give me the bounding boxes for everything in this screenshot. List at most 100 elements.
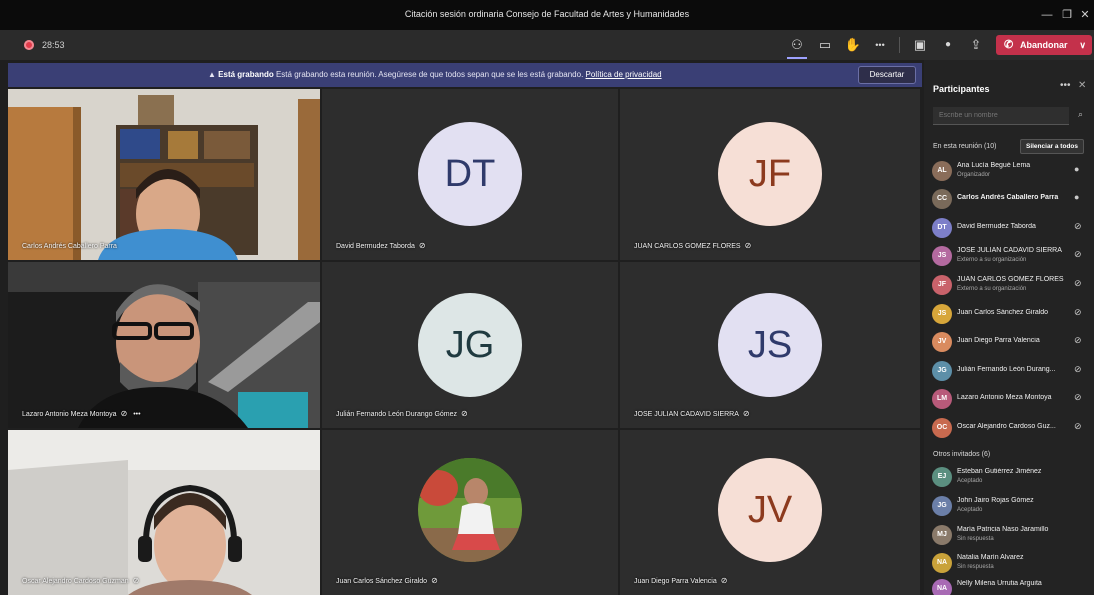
avatar: JS [932,246,952,266]
participant-item[interactable]: JS JOSE JULIAN CADAVID SIERRA Externo a … [924,242,1094,270]
mic-off-icon: ⊘ [120,409,128,418]
avatar: MJ [932,525,952,545]
close-icon[interactable]: ✕ [1078,80,1086,91]
search-input[interactable] [933,107,1069,125]
participant-item[interactable]: JV Juan Diego Parra Valencia ⊘ [924,328,1094,356]
invitee-name: Natalia Marín Alvarez [957,554,1024,561]
close-button[interactable]: ✕ [1076,6,1094,24]
camera-off-icon[interactable]: ▣ [909,35,931,55]
invitee-name: María Patricia Naso Jaramillo [957,526,1049,533]
participant-name-tag: Carlos Andrés Caballero Parra [22,243,117,250]
avatar: AL [932,161,952,181]
participant-item[interactable]: LM Lazaro Antonio Meza Montoya ⊘ [924,385,1094,413]
invitee-item[interactable]: NA Natalia Marín Alvarez Sin respuesta [924,549,1094,577]
mic-off-icon: ⊘ [461,409,468,418]
recording-indicator-icon [24,40,34,50]
raise-hand-icon[interactable]: ✋ [842,35,864,55]
invitee-name: Esteban Gutiérrez Jiménez [957,468,1042,475]
avatar: NA [932,579,952,595]
tile-name: JUAN CARLOS GOMEZ FLORES [634,243,741,250]
chevron-down-icon[interactable]: ∨ [1079,35,1086,55]
invitee-item[interactable]: EJ Esteban Gutiérrez Jiménez Aceptado [924,463,1094,491]
avatar-tile[interactable]: Juan Carlos Sánchez Giraldo ⊘ [322,430,618,595]
invitee-item[interactable]: MJ María Patricia Naso Jaramillo Sin res… [924,521,1094,549]
avatar: OC [932,418,952,438]
avatar: JG [932,496,952,516]
participant-item[interactable]: JG Julián Fernando León Durang... ⊘ [924,357,1094,385]
tile-name: Oscar Alejandro Cardoso Guzman [22,578,129,585]
avatar-tile[interactable]: JG Julián Fernando León Durango Gómez ⊘ [322,262,618,428]
participant-name-tag: Lazaro Antonio Meza Montoya ⊘ ••• [22,409,141,418]
mute-all-button[interactable]: Silenciar a todos [1020,139,1084,154]
invitee-name: John Jairo Rojas Gómez [957,497,1034,504]
participant-item[interactable]: JS Juan Carlos Sánchez Giraldo ⊘ [924,300,1094,328]
participant-name-tag: JOSE JULIAN CADAVID SIERRA ⊘ [634,409,750,418]
invitee-item[interactable]: JG John Jairo Rojas Gómez Aceptado [924,492,1094,520]
avatar-tile[interactable]: JV Juan Diego Parra Valencia ⊘ [620,430,920,595]
avatar-tile[interactable]: JS JOSE JULIAN CADAVID SIERRA ⊘ [620,262,920,428]
video-tile[interactable]: Lazaro Antonio Meza Montoya ⊘ ••• [8,262,320,428]
privacy-policy-link[interactable]: Política de privacidad [586,70,662,79]
invitee-status: Aceptado [957,478,983,484]
video-tile[interactable]: Carlos Andrés Caballero Parra [8,89,320,260]
toolbar-divider [899,37,900,53]
participants-icon[interactable]: ⚇ [786,35,808,55]
participant-video [8,430,320,595]
avatar: JS [718,293,822,397]
mic-off-icon: ⊘ [1074,335,1082,345]
other-invitees-section-label[interactable]: Otros invitados (6) [933,451,990,458]
avatar: DT [418,122,522,226]
participant-item[interactable]: AL Ana Lucía Begué Lema Organizador ● [924,157,1094,185]
mic-off-icon: ⊘ [132,576,140,585]
participant-name: Lazaro Antonio Meza Montoya [957,394,1052,401]
participant-name-tag: David Bermudez Taborda ⊘ [336,241,426,250]
share-screen-icon[interactable]: ⇪ [965,35,987,55]
in-meeting-section-label[interactable]: En esta reunión (10) [933,143,996,150]
restore-button[interactable]: ❐ [1058,6,1076,24]
warning-icon: ▲ [208,70,216,79]
avatar: JF [932,275,952,295]
participant-video [8,262,320,428]
participant-item[interactable]: DT David Bermudez Taborda ⊘ [924,214,1094,242]
mic-off-icon: ⊘ [1074,221,1082,231]
banner-text: ▲ Está grabando Está grabando esta reuni… [208,70,662,79]
participant-name: Julián Fernando León Durang... [957,366,1056,373]
search-icon[interactable]: ⌕ [1078,109,1083,120]
invitee-status: Aceptado [957,507,983,513]
avatar-photo [418,458,522,562]
avatar: EJ [932,467,952,487]
participant-name: David Bermudez Taborda [957,223,1036,230]
leave-button[interactable]: ✆ Abandonar ∨ [996,35,1092,55]
participant-item[interactable]: OC Oscar Alejandro Cardoso Guz... ⊘ [924,414,1094,442]
mic-off-icon: ⊘ [1074,392,1082,402]
minimize-button[interactable]: — [1038,6,1056,24]
avatar: JG [932,361,952,381]
participant-name-tag: Juan Diego Parra Valencia ⊘ [634,576,727,585]
dismiss-button[interactable]: Descartar [858,66,916,84]
tile-name: JOSE JULIAN CADAVID SIERRA [634,411,739,418]
tile-name: Juan Diego Parra Valencia [634,578,717,585]
phone-icon: ✆ [1004,39,1014,51]
more-actions-icon[interactable]: ••• [869,35,891,55]
panel-title: Participantes [933,84,990,94]
more-options-icon[interactable]: ••• [133,411,140,418]
participant-name-tag: Oscar Alejandro Cardoso Guzman ⊘ [22,576,139,585]
mic-icon[interactable]: ● [937,35,959,55]
chat-icon[interactable]: ▭ [814,35,836,55]
video-tile[interactable]: Oscar Alejandro Cardoso Guzman ⊘ [8,430,320,595]
more-options-icon[interactable]: ••• [1060,80,1071,91]
invitee-item[interactable]: NA Nelly Milena Urrutia Arguita [924,575,1094,595]
participant-item[interactable]: JF JUAN CARLOS GOMEZ FLORES Externo a su… [924,271,1094,299]
avatar: LM [932,389,952,409]
invitee-status: Sin respuesta [957,536,994,542]
participant-item[interactable]: CC Carlos Andrés Caballero Parra ● [924,185,1094,213]
avatar-tile[interactable]: DT David Bermudez Taborda ⊘ [322,89,618,260]
avatar-tile[interactable]: JF JUAN CARLOS GOMEZ FLORES ⊘ [620,89,920,260]
participant-name: JUAN CARLOS GOMEZ FLORES [957,276,1064,283]
participant-name: Ana Lucía Begué Lema [957,162,1031,169]
participant-video [8,89,320,260]
recording-banner: ▲ Está grabando Está grabando esta reuni… [8,63,922,87]
participant-role: Externo a su organización [957,257,1027,263]
window-title-bar: Citación sesión ordinaria Consejo de Fac… [0,0,1094,30]
invitee-status: Sin respuesta [957,564,994,570]
